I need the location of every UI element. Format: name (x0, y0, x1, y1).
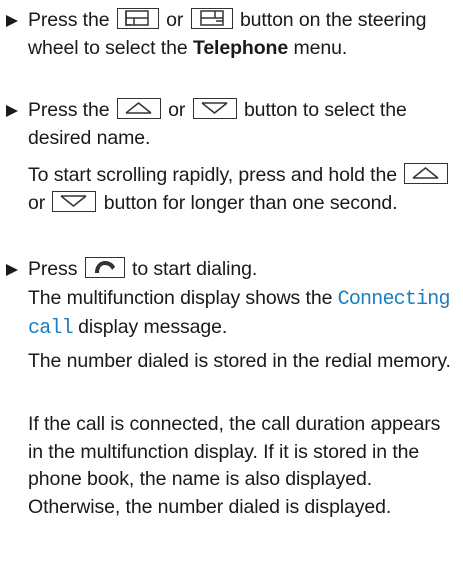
step-3-part2: to start dialing. (132, 258, 258, 280)
step-3-text: Press to start dialing. (28, 256, 460, 284)
scroll-note-part2: button for longer than one second. (103, 191, 398, 214)
menu-right-icon (190, 8, 233, 30)
arrow-down-icon (52, 190, 97, 212)
step-2: Press the or button to select the desire… (5, 97, 460, 152)
scroll-note-part1: To start scrolling rapidly, press and ho… (28, 164, 397, 186)
display-note-part2: display message. (78, 315, 228, 338)
phone-dial-icon (84, 257, 125, 279)
arrow-up-icon (116, 98, 161, 120)
bullet-arrow-icon (5, 7, 21, 34)
step-2-part1: Press the (28, 99, 110, 121)
step-1: Press the or button on the steering whee… (5, 7, 460, 62)
step-1-or: or (166, 9, 184, 31)
step-2-text: Press the or button to select the desire… (28, 97, 460, 152)
menu-left-icon (116, 8, 159, 30)
redial-note: The number dialed is stored in the redia… (28, 350, 451, 372)
arrow-up-icon (404, 163, 449, 185)
step-1-part1: Press the (28, 9, 110, 31)
bullet-arrow-icon (5, 256, 21, 283)
display-note: The multifunction display shows the Conn… (28, 285, 460, 342)
step-1-text: Press the or button on the steering whee… (28, 7, 460, 62)
step-3: Press to start dialing. (5, 256, 460, 284)
scroll-note: To start scrolling rapidly, press and ho… (28, 162, 460, 217)
scroll-note-or: or (28, 191, 46, 214)
step-3-part1: Press (28, 258, 78, 280)
manual-page: Press the or button on the steering whee… (0, 0, 463, 566)
call-duration-note: If the call is connected, the call durat… (28, 413, 441, 518)
step-1-part3: menu. (293, 36, 348, 59)
telephone-menu-label: Telephone (192, 36, 289, 59)
arrow-down-icon (192, 98, 237, 120)
bullet-arrow-icon (5, 97, 21, 124)
display-note-part1: The multifunction display shows the (28, 287, 333, 309)
step-2-or: or (168, 99, 186, 121)
